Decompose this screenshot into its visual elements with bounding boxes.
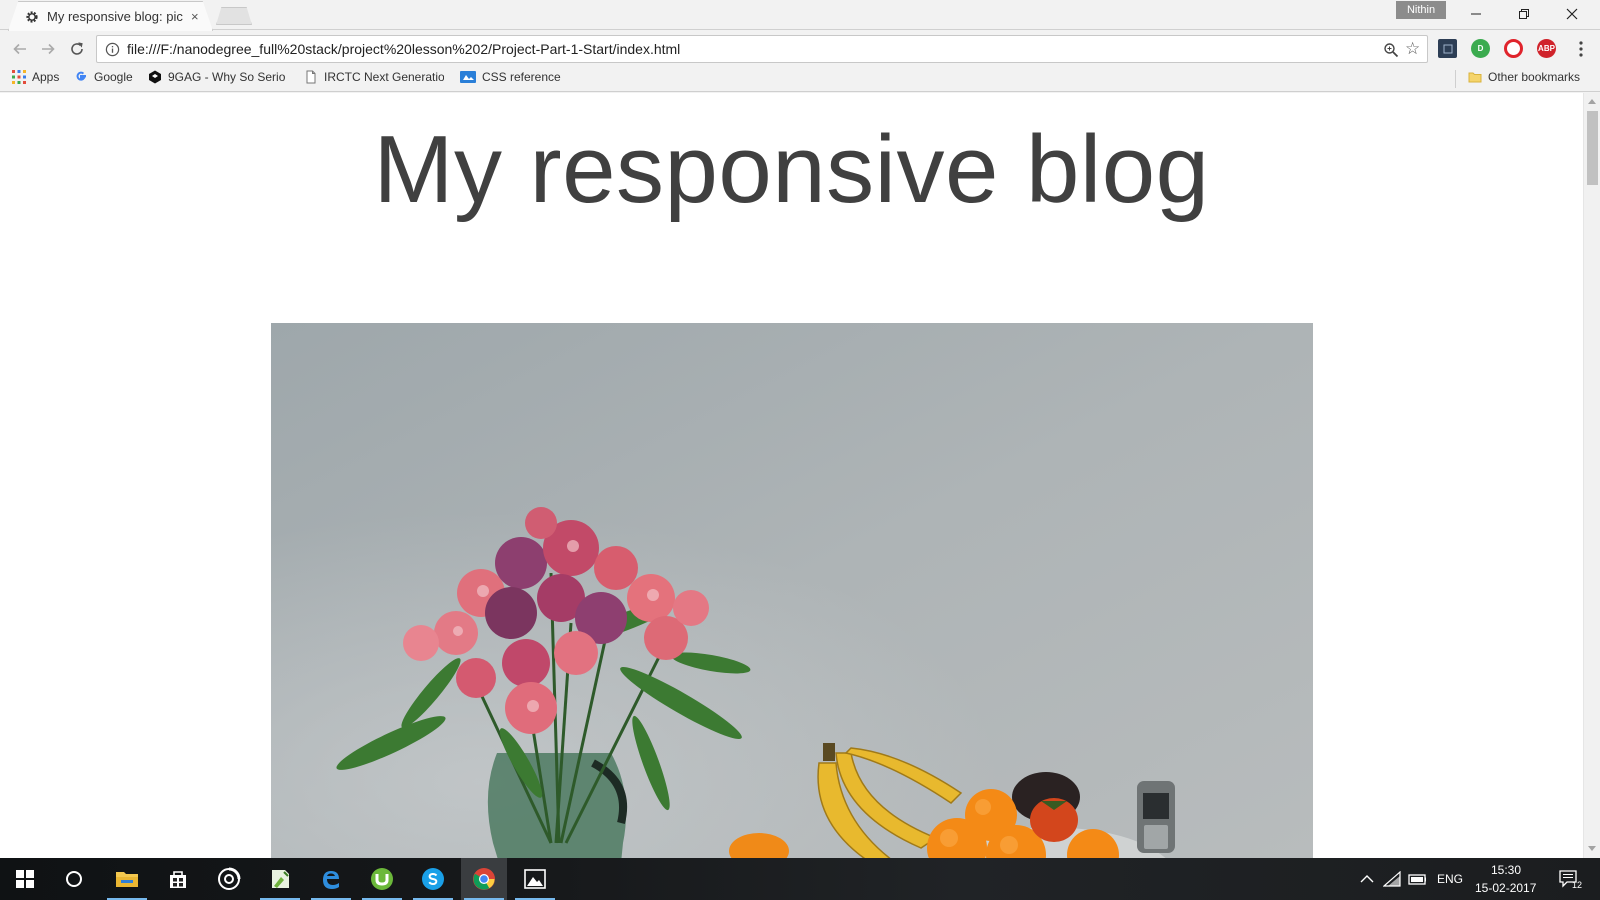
info-icon[interactable] — [105, 42, 120, 57]
action-center-button[interactable]: 12 — [1556, 870, 1583, 890]
close-window-button[interactable] — [1548, 0, 1596, 28]
chevron-up-icon — [1360, 875, 1374, 883]
tab-close-icon[interactable]: × — [191, 9, 199, 24]
back-arrow-icon — [13, 43, 26, 55]
page-scrollbar[interactable] — [1583, 93, 1600, 858]
bookmark-star-icon[interactable]: ☆ — [1405, 40, 1420, 58]
scroll-down-arrow[interactable] — [1588, 846, 1596, 851]
browser-toolbar: file:///F:/nanodegree_full%20stack/proje… — [0, 31, 1600, 66]
reload-icon — [71, 42, 83, 55]
taskbar-store[interactable] — [155, 858, 201, 900]
restore-icon — [1519, 9, 1529, 19]
google-icon — [76, 71, 86, 81]
folder-icon — [1468, 72, 1482, 83]
input-language[interactable]: ENG — [1437, 872, 1463, 886]
taskbar-edge[interactable] — [308, 858, 354, 900]
browser-tab[interactable]: My responsive blog: pict × — [8, 1, 213, 31]
minimize-icon — [1471, 13, 1481, 15]
back-button[interactable] — [10, 39, 30, 59]
skype-icon — [422, 868, 444, 890]
wifi-icon — [1383, 871, 1401, 887]
bookmark-9gag[interactable]: 9GAG - Why So Serio — [148, 70, 288, 84]
zoom-icon[interactable] — [1383, 42, 1399, 58]
scroll-up-arrow[interactable] — [1588, 99, 1596, 104]
bookmark-label: Apps — [32, 70, 60, 84]
taskbar-skype[interactable] — [410, 858, 456, 900]
new-tab-button[interactable] — [216, 7, 252, 25]
opera-extension-icon[interactable] — [1504, 39, 1523, 58]
bookmark-irctc[interactable]: IRCTC Next Generatio — [304, 70, 444, 84]
taskbar-chrome[interactable] — [461, 858, 507, 900]
taskbar-notepad-plus[interactable] — [257, 858, 303, 900]
extension-icon[interactable] — [1438, 39, 1457, 58]
battery-icon — [1408, 874, 1426, 885]
taskbar-photos[interactable] — [512, 858, 558, 900]
bookmark-google[interactable]: Google — [74, 70, 133, 84]
bookmark-apps[interactable]: Apps — [12, 70, 59, 84]
forward-arrow-icon — [42, 43, 55, 55]
photos-icon — [524, 869, 546, 889]
utorrent-icon — [371, 868, 393, 890]
network-tray-button[interactable] — [1383, 870, 1401, 888]
adblock-plus-icon[interactable]: ABP — [1537, 39, 1556, 58]
url-text[interactable]: file:///F:/nanodegree_full%20stack/proje… — [127, 41, 680, 57]
tab-title: My responsive blog: pict — [47, 9, 183, 24]
bookmark-label: 9GAG - Why So Serio — [168, 70, 286, 84]
bookmarks-separator — [1455, 70, 1456, 88]
groove-music-icon — [218, 867, 241, 890]
clock-time[interactable]: 15:30 — [1491, 863, 1521, 877]
css-reference-icon — [460, 71, 476, 83]
address-bar[interactable]: file:///F:/nanodegree_full%20stack/proje… — [96, 35, 1428, 63]
notepad-plus-icon — [272, 870, 289, 888]
chrome-menu-icon[interactable] — [1576, 39, 1586, 59]
apps-grid-icon — [12, 70, 26, 84]
file-explorer-icon — [116, 872, 138, 887]
edge-icon — [323, 871, 339, 889]
blog-photo — [271, 323, 1313, 858]
green-extension-label: D — [1477, 44, 1484, 53]
green-extension-icon[interactable]: D — [1471, 39, 1490, 58]
page-viewport: My responsive blog — [0, 93, 1583, 858]
start-button[interactable] — [2, 858, 48, 900]
other-bookmarks-label: Other bookmarks — [1488, 70, 1581, 84]
profile-button[interactable]: Nithin — [1396, 1, 1446, 19]
restore-button[interactable] — [1500, 0, 1548, 28]
page-icon — [306, 70, 316, 84]
gear-favicon-icon — [26, 10, 38, 23]
show-hidden-icons-button[interactable] — [1358, 870, 1376, 888]
bookmark-css-reference[interactable]: CSS reference — [460, 70, 561, 84]
page-heading: My responsive blog — [373, 116, 1210, 223]
windows-logo-icon — [16, 870, 34, 888]
adblock-plus-label: ABP — [1538, 44, 1555, 53]
notification-count: 12 — [1572, 880, 1583, 890]
tab-strip: My responsive blog: pict × Nithin — [0, 0, 1600, 31]
other-bookmarks[interactable]: Other bookmarks — [1468, 70, 1580, 84]
bookmark-label: IRCTC Next Generatio — [324, 70, 444, 84]
chrome-icon — [473, 868, 495, 890]
minimize-button[interactable] — [1452, 0, 1500, 28]
cortana-button[interactable] — [51, 858, 97, 900]
store-icon — [170, 871, 186, 888]
windows-taskbar: ENG 15:30 15-02-2017 12 — [0, 858, 1600, 900]
9gag-icon — [149, 70, 161, 84]
scrollbar-thumb[interactable] — [1587, 111, 1598, 185]
battery-tray-button[interactable] — [1408, 870, 1426, 888]
taskbar-groove-music[interactable] — [206, 858, 252, 900]
bookmark-label: Google — [94, 70, 133, 84]
forward-button[interactable] — [38, 39, 58, 59]
close-icon — [1566, 8, 1578, 20]
bookmark-label: CSS reference — [482, 70, 561, 84]
cortana-circle-icon — [66, 871, 82, 887]
taskbar-utorrent[interactable] — [359, 858, 405, 900]
taskbar-file-explorer[interactable] — [104, 858, 150, 900]
reload-button[interactable] — [67, 39, 87, 59]
clock-date[interactable]: 15-02-2017 — [1475, 881, 1536, 895]
bookmarks-bar: Apps Google 9GAG - Why So Serio IRCTC Ne… — [0, 66, 1600, 92]
